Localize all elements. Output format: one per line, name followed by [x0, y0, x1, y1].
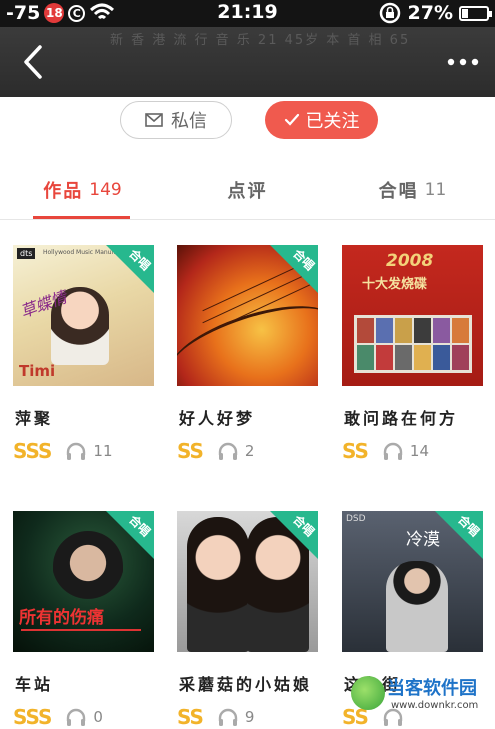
score-grade: SS: [177, 439, 203, 463]
following-label: 已关注: [306, 107, 360, 133]
play-count: 11: [93, 442, 112, 460]
score-grade: SS: [177, 705, 203, 729]
tab-reviews-label: 点评: [228, 177, 268, 203]
cover-artist: Timi: [19, 362, 55, 380]
message-button[interactable]: 私信: [120, 101, 232, 139]
work-title: 车站: [15, 671, 53, 695]
nav-subtitle: 新 香 港 流 行 音 乐 21 45岁 本 首 相 65: [110, 29, 410, 48]
headphones-icon: [65, 441, 87, 461]
work-title: 敢问路在何方: [344, 405, 458, 429]
headphones-icon: [382, 441, 404, 461]
watermark-logo-icon: [351, 676, 385, 710]
message-label: 私信: [171, 107, 207, 133]
tab-duets-label: 合唱: [379, 177, 419, 203]
cover-caption: 十大发烧碟: [362, 273, 427, 292]
profile-actions: 私信 已关注: [0, 97, 495, 152]
headphones-icon: [217, 707, 239, 727]
more-icon[interactable]: [445, 49, 481, 75]
play-count: 0: [93, 708, 103, 726]
tab-works[interactable]: 作品 149: [0, 160, 165, 220]
cover-year: 2008: [386, 251, 433, 271]
headphones-icon: [65, 707, 87, 727]
tab-works-label: 作品: [43, 177, 83, 203]
work-title: 好人好梦: [179, 405, 255, 429]
play-count: 2: [245, 442, 255, 460]
work-title: 萍聚: [15, 405, 53, 429]
watermark-name: 当客软件园: [387, 674, 477, 700]
work-stats: SSS 11: [13, 439, 113, 463]
score-grade: SS: [342, 439, 368, 463]
work-stats: SS 14: [342, 439, 429, 463]
envelope-icon: [145, 113, 163, 127]
work-stats: SS 9: [177, 705, 254, 729]
score-grade: SSS: [13, 439, 51, 463]
nav-bar: 新 香 港 流 行 音 乐 21 45岁 本 首 相 65: [0, 27, 495, 97]
headphones-icon: [217, 441, 239, 461]
battery-percent: 27%: [408, 2, 453, 24]
work-title: 采蘑菇的小姑娘: [179, 671, 312, 695]
rotation-lock-icon: [378, 2, 402, 24]
status-bar: -75 18 C 21:19 27%: [0, 0, 495, 27]
cover-caption: DSD: [346, 514, 366, 524]
tab-duets[interactable]: 合唱 11: [330, 160, 495, 220]
cover-caption: 所有的伤痛: [19, 603, 104, 628]
watermark-url: www.downkr.com: [391, 700, 478, 711]
tab-reviews[interactable]: 点评: [165, 160, 330, 220]
work-stats: SSS 0: [13, 705, 103, 729]
tab-works-count: 149: [89, 180, 121, 200]
tab-bar: 作品 149 点评 合唱 11: [0, 160, 495, 220]
play-count: 9: [245, 708, 255, 726]
site-watermark: 当客软件园 www.downkr.com: [351, 672, 491, 718]
back-icon[interactable]: [18, 43, 50, 81]
following-button[interactable]: 已关注: [265, 101, 378, 139]
score-grade: SSS: [13, 705, 51, 729]
check-icon: [284, 113, 300, 127]
tab-duets-count: 11: [425, 180, 447, 200]
work-stats: SS 2: [177, 439, 254, 463]
active-tab-indicator: [33, 216, 130, 219]
album-cover[interactable]: 2008 十大发烧碟: [342, 245, 483, 386]
battery-icon: [459, 6, 489, 21]
play-count: 14: [410, 442, 429, 460]
